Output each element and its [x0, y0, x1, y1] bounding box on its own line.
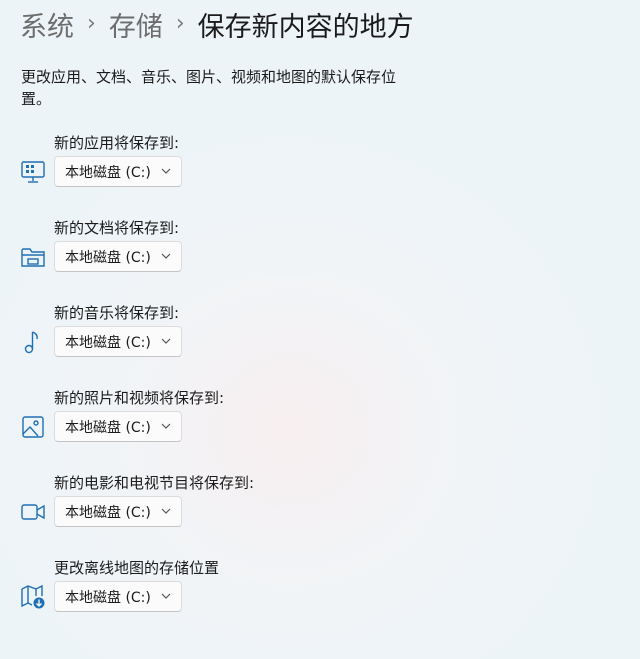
music-location-dropdown[interactable]: 本地磁盘 (C:) [54, 326, 182, 357]
chevron-down-icon [161, 253, 171, 259]
dropdown-value: 本地磁盘 (C:) [65, 504, 151, 521]
movies-location-dropdown[interactable]: 本地磁盘 (C:) [54, 496, 182, 527]
chevron-down-icon [161, 593, 171, 599]
chevron-down-icon [161, 338, 171, 344]
maps-location-dropdown[interactable]: 本地磁盘 (C:) [54, 581, 182, 612]
setting-label: 新的文档将保存到: [54, 219, 180, 237]
music-note-icon [20, 329, 46, 355]
breadcrumb: 系统 › 存储 › 保存新内容的地方 [20, 4, 414, 44]
setting-music: 新的音乐将保存到: 本地磁盘 (C:) [20, 302, 420, 372]
setting-movies-tv: 新的电影和电视节目将保存到: 本地磁盘 (C:) [20, 472, 420, 542]
photos-location-dropdown[interactable]: 本地磁盘 (C:) [54, 411, 182, 442]
image-icon [20, 414, 46, 440]
folder-document-icon [20, 244, 46, 270]
setting-label: 新的应用将保存到: [54, 134, 180, 152]
setting-apps: 新的应用将保存到: 本地磁盘 (C:) [20, 132, 420, 202]
dropdown-value: 本地磁盘 (C:) [65, 249, 151, 266]
chevron-right-icon: › [175, 10, 185, 36]
chevron-down-icon [161, 423, 171, 429]
video-camera-icon [20, 499, 46, 525]
dropdown-value: 本地磁盘 (C:) [65, 334, 151, 351]
setting-label: 新的照片和视频将保存到: [54, 389, 225, 407]
apps-location-dropdown[interactable]: 本地磁盘 (C:) [54, 156, 182, 187]
page-title: 保存新内容的地方 [197, 11, 414, 43]
setting-documents: 新的文档将保存到: 本地磁盘 (C:) [20, 217, 420, 287]
setting-photos-videos: 新的照片和视频将保存到: 本地磁盘 (C:) [20, 387, 420, 457]
chevron-down-icon [161, 168, 171, 174]
setting-label: 更改离线地图的存储位置 [54, 559, 220, 577]
setting-label: 新的电影和电视节目将保存到: [54, 474, 255, 492]
chevron-down-icon [161, 508, 171, 514]
dropdown-value: 本地磁盘 (C:) [65, 589, 151, 606]
dropdown-value: 本地磁盘 (C:) [65, 164, 151, 181]
setting-label: 新的音乐将保存到: [54, 304, 180, 322]
documents-location-dropdown[interactable]: 本地磁盘 (C:) [54, 241, 182, 272]
dropdown-value: 本地磁盘 (C:) [65, 419, 151, 436]
breadcrumb-system[interactable]: 系统 [20, 5, 74, 44]
page-description: 更改应用、文档、音乐、图片、视频和地图的默认保存位置。 [21, 68, 397, 108]
app-monitor-icon [20, 159, 46, 185]
chevron-right-icon: › [87, 10, 96, 36]
map-download-icon [20, 584, 46, 610]
breadcrumb-storage[interactable]: 存储 [109, 5, 163, 44]
setting-offline-maps: 更改离线地图的存储位置 本地磁盘 (C:) [20, 557, 420, 627]
